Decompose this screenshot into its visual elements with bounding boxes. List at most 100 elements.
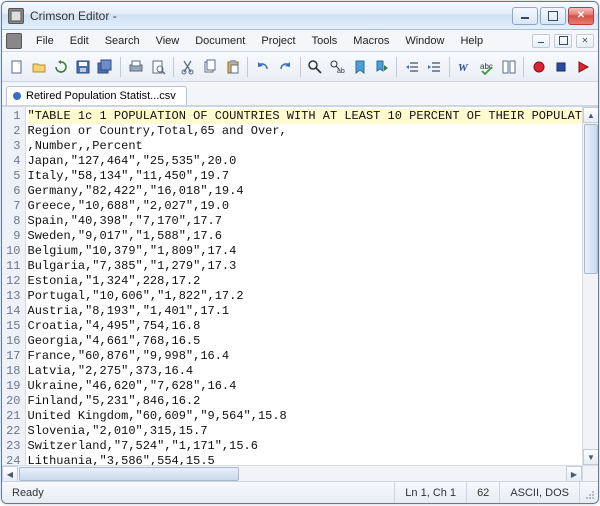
- code-line[interactable]: Ukraine,"46,620","7,628",16.4: [28, 379, 583, 394]
- find-replace-button[interactable]: ab: [327, 56, 348, 78]
- cut-button[interactable]: [177, 56, 198, 78]
- code-line[interactable]: Belgium,"10,379","1,809",17.4: [28, 244, 583, 259]
- code-line[interactable]: Latvia,"2,275",373,16.4: [28, 364, 583, 379]
- save-all-button[interactable]: [95, 56, 116, 78]
- titlebar[interactable]: Crimson Editor -: [2, 2, 598, 30]
- menu-view[interactable]: View: [148, 33, 188, 49]
- find-icon: [307, 59, 323, 75]
- document-tab[interactable]: Retired Population Statist...csv: [6, 86, 187, 105]
- code-line[interactable]: Sweden,"9,017","1,588",17.6: [28, 229, 583, 244]
- paste-button[interactable]: [222, 56, 243, 78]
- find-replace-icon: ab: [329, 59, 345, 75]
- status-cursor-position: Ln 1, Ch 1: [395, 482, 467, 503]
- record-macro-button[interactable]: [528, 56, 549, 78]
- spell-check-button[interactable]: abc: [476, 56, 497, 78]
- save-all-icon: [97, 59, 113, 75]
- line-number: 7: [2, 199, 21, 214]
- code-line[interactable]: Italy,"58,134","11,450",19.7: [28, 169, 583, 184]
- menu-document[interactable]: Document: [187, 33, 253, 49]
- print-button[interactable]: [125, 56, 146, 78]
- stop-macro-button[interactable]: [551, 56, 572, 78]
- code-line[interactable]: United Kingdom,"60,609","9,564",15.8: [28, 409, 583, 424]
- scroll-down-icon[interactable]: ▼: [583, 449, 598, 465]
- mdi-restore-button[interactable]: [554, 34, 572, 48]
- open-file-button[interactable]: [28, 56, 49, 78]
- code-line[interactable]: Germany,"82,422","16,018",19.4: [28, 184, 583, 199]
- reload-button[interactable]: [50, 56, 71, 78]
- status-value: 62: [467, 482, 500, 503]
- scroll-left-icon[interactable]: ◀: [2, 466, 18, 481]
- menu-window[interactable]: Window: [397, 33, 452, 49]
- bookmark-button[interactable]: [349, 56, 370, 78]
- horizontal-scroll-thumb[interactable]: [19, 467, 239, 481]
- vertical-scrollbar[interactable]: ▲ ▼: [582, 107, 598, 465]
- new-file-button[interactable]: [6, 56, 27, 78]
- code-line[interactable]: Switzerland,"7,524","1,171",15.6: [28, 439, 583, 454]
- toolbar-separator: [247, 57, 248, 77]
- menu-project[interactable]: Project: [253, 33, 303, 49]
- code-line[interactable]: ,Number,,Percent: [28, 139, 583, 154]
- code-line[interactable]: Japan,"127,464","25,535",20.0: [28, 154, 583, 169]
- menu-tools[interactable]: Tools: [304, 33, 346, 49]
- bookmark-next-icon: [374, 59, 390, 75]
- menu-edit[interactable]: Edit: [62, 33, 97, 49]
- text-editor[interactable]: 1234567891011121314151617181920212223242…: [2, 107, 582, 465]
- minimize-button[interactable]: [512, 7, 538, 25]
- save-button[interactable]: [73, 56, 94, 78]
- columns-button[interactable]: [498, 56, 519, 78]
- scroll-right-icon[interactable]: ▶: [566, 466, 582, 481]
- tab-status-dot-icon: [13, 92, 21, 100]
- indent-icon: [426, 59, 442, 75]
- menu-macros[interactable]: Macros: [345, 33, 397, 49]
- code-line[interactable]: Spain,"40,398","7,170",17.7: [28, 214, 583, 229]
- editor-area: 1234567891011121314151617181920212223242…: [2, 106, 598, 481]
- code-line[interactable]: Region or Country,Total,65 and Over,: [28, 124, 583, 139]
- resize-grip-icon[interactable]: [580, 482, 598, 503]
- window-controls: [512, 7, 594, 25]
- bookmark-next-button[interactable]: [371, 56, 392, 78]
- line-number: 11: [2, 259, 21, 274]
- print-preview-button[interactable]: [147, 56, 168, 78]
- line-number: 5: [2, 169, 21, 184]
- menu-search[interactable]: Search: [97, 33, 148, 49]
- open-file-icon: [31, 59, 47, 75]
- maximize-button[interactable]: [540, 7, 566, 25]
- menu-file[interactable]: File: [28, 33, 62, 49]
- line-number: 1: [2, 109, 21, 124]
- code-line[interactable]: Finland,"5,231",846,16.2: [28, 394, 583, 409]
- svg-text:abc: abc: [480, 62, 493, 71]
- indent-button[interactable]: [424, 56, 445, 78]
- line-number: 19: [2, 379, 21, 394]
- outdent-button[interactable]: [401, 56, 422, 78]
- code-line[interactable]: Austria,"8,193","1,401",17.1: [28, 304, 583, 319]
- code-line[interactable]: Estonia,"1,324",228,17.2: [28, 274, 583, 289]
- system-menu-icon[interactable]: [6, 33, 22, 49]
- menu-help[interactable]: Help: [452, 33, 491, 49]
- code-line[interactable]: Croatia,"4,495",754,16.8: [28, 319, 583, 334]
- play-macro-button[interactable]: [573, 56, 594, 78]
- code-line[interactable]: France,"60,876","9,998",16.4: [28, 349, 583, 364]
- code-content[interactable]: "TABLE 1c 1 POPULATION OF COUNTRIES WITH…: [26, 107, 583, 465]
- word-wrap-button[interactable]: W: [454, 56, 475, 78]
- close-button[interactable]: [568, 7, 594, 25]
- code-line[interactable]: Greece,"10,688","2,027",19.0: [28, 199, 583, 214]
- code-line[interactable]: Georgia,"4,661",768,16.5: [28, 334, 583, 349]
- code-line[interactable]: Bulgaria,"7,385","1,279",17.3: [28, 259, 583, 274]
- copy-button[interactable]: [200, 56, 221, 78]
- mdi-minimize-button[interactable]: [532, 34, 550, 48]
- scroll-up-icon[interactable]: ▲: [583, 107, 598, 123]
- line-number: 15: [2, 319, 21, 334]
- reload-icon: [53, 59, 69, 75]
- code-line[interactable]: Slovenia,"2,010",315,15.7: [28, 424, 583, 439]
- horizontal-scrollbar[interactable]: ◀ ▶: [2, 465, 582, 481]
- redo-button[interactable]: [274, 56, 295, 78]
- outdent-icon: [404, 59, 420, 75]
- mdi-close-button[interactable]: [576, 34, 594, 48]
- code-line[interactable]: Lithuania,"3,586",554,15.5: [28, 454, 583, 465]
- code-line[interactable]: Portugal,"10,606","1,822",17.2: [28, 289, 583, 304]
- undo-button[interactable]: [252, 56, 273, 78]
- menubar: FileEditSearchViewDocumentProjectToolsMa…: [2, 30, 598, 52]
- code-line[interactable]: "TABLE 1c 1 POPULATION OF COUNTRIES WITH…: [28, 109, 583, 124]
- find-button[interactable]: [305, 56, 326, 78]
- vertical-scroll-thumb[interactable]: [584, 124, 598, 274]
